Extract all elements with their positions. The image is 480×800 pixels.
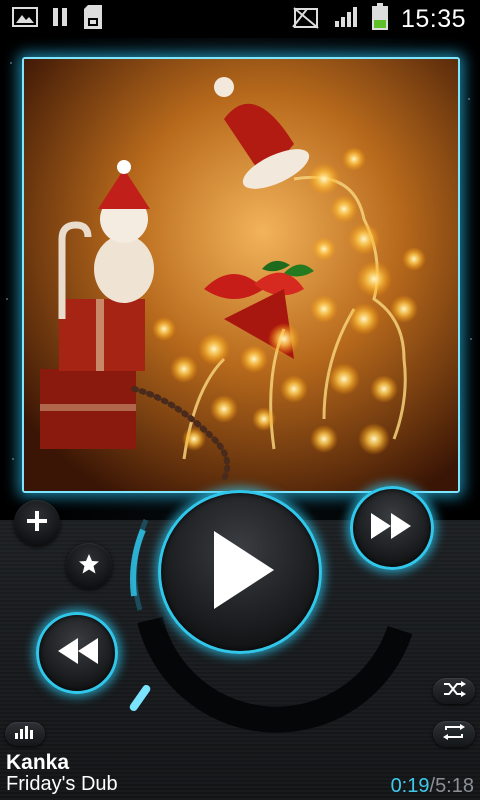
no-signal-icon — [291, 5, 321, 34]
track-title: Kanka — [6, 751, 70, 774]
star-decoration — [10, 62, 12, 64]
plus-icon — [25, 509, 49, 538]
rewind-icon — [54, 636, 100, 671]
shuffle-icon — [442, 680, 466, 702]
play-button[interactable] — [158, 490, 322, 654]
play-icon — [200, 525, 280, 620]
star-icon — [77, 552, 101, 581]
album-art[interactable] — [22, 57, 460, 493]
track-album: Friday's Dub — [6, 773, 118, 795]
add-to-playlist-button[interactable] — [14, 500, 60, 546]
star-decoration — [12, 458, 14, 460]
fast-forward-icon — [369, 511, 415, 546]
current-time: 0:19 — [390, 775, 430, 797]
progress-glow — [130, 528, 146, 597]
total-time: 5:18 — [435, 775, 474, 797]
christmas-reindeer-lights-artwork — [24, 59, 458, 491]
equalizer-button[interactable] — [5, 722, 45, 746]
status-time: 15:35 — [400, 4, 466, 33]
signal-bars-icon — [333, 5, 359, 34]
pause-icon — [52, 6, 68, 33]
rewind-button[interactable] — [36, 612, 118, 694]
progress-knob[interactable] — [128, 683, 152, 712]
status-bar: 15:35 — [0, 0, 480, 38]
equalizer-icon — [14, 725, 36, 744]
playback-time: 0:19/5:18 — [391, 775, 474, 798]
battery-icon — [371, 2, 389, 36]
sd-card-icon — [82, 4, 104, 35]
star-decoration — [470, 338, 472, 340]
favorite-button[interactable] — [66, 543, 112, 589]
gallery-icon — [12, 6, 38, 33]
star-decoration — [468, 98, 470, 100]
repeat-button[interactable] — [433, 721, 475, 747]
repeat-icon — [442, 723, 466, 745]
fast-forward-button[interactable] — [350, 486, 434, 570]
shuffle-button[interactable] — [433, 678, 475, 704]
star-decoration — [6, 298, 8, 300]
